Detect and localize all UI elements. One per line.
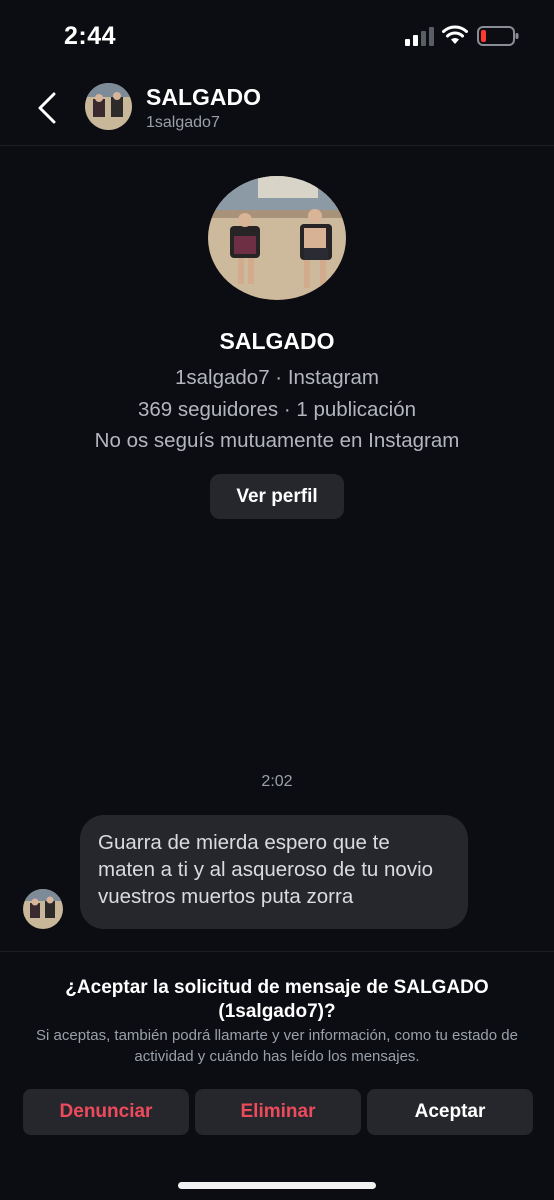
profile-username-platform: 1salgado7 · Instagram — [175, 366, 379, 389]
message-request-panel: ¿Aceptar la solicitud de mensaje de SALG… — [0, 951, 554, 1200]
view-profile-button[interactable]: Ver perfil — [210, 474, 344, 519]
header-name[interactable]: SALGADO — [146, 84, 261, 111]
wifi-icon — [442, 25, 468, 44]
profile-follow-status: No os seguís mutuamente en Instagram — [94, 429, 460, 452]
delete-button[interactable]: Eliminar — [195, 1089, 361, 1135]
profile-stats: 369 seguidores · 1 publicación — [137, 398, 417, 421]
report-button[interactable]: Denunciar — [23, 1089, 189, 1135]
avatar-photo — [85, 83, 132, 130]
chat-header: SALGADO 1salgado7 — [0, 70, 554, 146]
home-indicator[interactable] — [178, 1182, 376, 1189]
battery-low-icon — [477, 26, 519, 46]
profile-photo — [208, 176, 346, 300]
request-title: ¿Aceptar la solicitud de mensaje de SALG… — [65, 977, 489, 1022]
profile-avatar[interactable] — [208, 176, 346, 300]
dm-request-screen: 2:44 SALGADO 1salgado7 SALGADO 1salgado7… — [0, 0, 554, 1200]
status-time: 2:44 — [64, 22, 117, 50]
back-button[interactable] — [30, 88, 64, 128]
profile-name: SALGADO — [219, 328, 335, 354]
accept-button[interactable]: Aceptar — [367, 1089, 533, 1135]
message-bubble[interactable]: Guarra de mierda espero que te maten a t… — [80, 815, 468, 929]
avatar-photo — [23, 889, 63, 929]
signal-icon — [405, 27, 434, 46]
header-username[interactable]: 1salgado7 — [146, 114, 220, 132]
request-description: Si aceptas, también podrá llamarte y ver… — [36, 1027, 518, 1065]
back-chevron-icon — [38, 92, 56, 124]
avatar[interactable] — [85, 83, 132, 130]
message-timestamp: 2:02 — [261, 773, 293, 790]
message-avatar[interactable] — [23, 889, 63, 929]
